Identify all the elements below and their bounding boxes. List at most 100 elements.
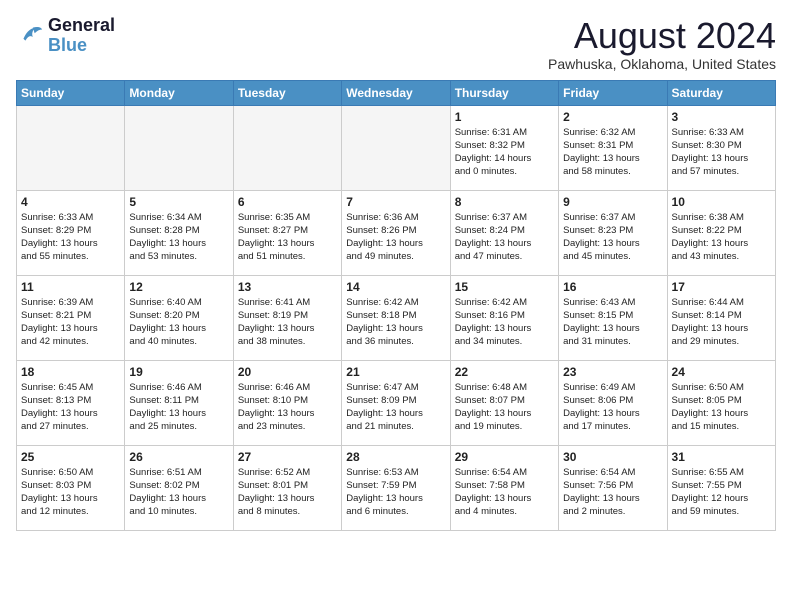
- day-number: 30: [563, 450, 662, 464]
- calendar-cell: 16 Sunrise: 6:43 AMSunset: 8:15 PMDayligh…: [559, 275, 667, 360]
- day-number: 27: [238, 450, 337, 464]
- calendar-cell: [125, 105, 233, 190]
- calendar-cell: 2 Sunrise: 6:32 AMSunset: 8:31 PMDaylight…: [559, 105, 667, 190]
- day-info: Sunrise: 6:52 AMSunset: 8:01 PMDaylight:…: [238, 466, 337, 519]
- weekday-header-row: SundayMondayTuesdayWednesdayThursdayFrid…: [17, 80, 776, 105]
- day-info: Sunrise: 6:46 AMSunset: 8:10 PMDaylight:…: [238, 381, 337, 434]
- calendar-cell: 30 Sunrise: 6:54 AMSunset: 7:56 PMDayligh…: [559, 445, 667, 530]
- calendar-cell: 15 Sunrise: 6:42 AMSunset: 8:16 PMDayligh…: [450, 275, 558, 360]
- day-info: Sunrise: 6:37 AMSunset: 8:24 PMDaylight:…: [455, 211, 554, 264]
- calendar-cell: 10 Sunrise: 6:38 AMSunset: 8:22 PMDayligh…: [667, 190, 775, 275]
- day-info: Sunrise: 6:43 AMSunset: 8:15 PMDaylight:…: [563, 296, 662, 349]
- day-number: 22: [455, 365, 554, 379]
- day-number: 8: [455, 195, 554, 209]
- day-info: Sunrise: 6:50 AMSunset: 8:03 PMDaylight:…: [21, 466, 120, 519]
- day-info: Sunrise: 6:33 AMSunset: 8:29 PMDaylight:…: [21, 211, 120, 264]
- calendar-subtitle: Pawhuska, Oklahoma, United States: [548, 56, 776, 72]
- day-number: 4: [21, 195, 120, 209]
- calendar-cell: 24 Sunrise: 6:50 AMSunset: 8:05 PMDayligh…: [667, 360, 775, 445]
- day-info: Sunrise: 6:41 AMSunset: 8:19 PMDaylight:…: [238, 296, 337, 349]
- day-number: 14: [346, 280, 445, 294]
- day-info: Sunrise: 6:54 AMSunset: 7:56 PMDaylight:…: [563, 466, 662, 519]
- day-number: 9: [563, 195, 662, 209]
- day-number: 3: [672, 110, 771, 124]
- day-number: 2: [563, 110, 662, 124]
- day-info: Sunrise: 6:53 AMSunset: 7:59 PMDaylight:…: [346, 466, 445, 519]
- day-info: Sunrise: 6:33 AMSunset: 8:30 PMDaylight:…: [672, 126, 771, 179]
- day-info: Sunrise: 6:45 AMSunset: 8:13 PMDaylight:…: [21, 381, 120, 434]
- weekday-header-friday: Friday: [559, 80, 667, 105]
- day-number: 19: [129, 365, 228, 379]
- calendar-cell: 25 Sunrise: 6:50 AMSunset: 8:03 PMDayligh…: [17, 445, 125, 530]
- day-info: Sunrise: 6:46 AMSunset: 8:11 PMDaylight:…: [129, 381, 228, 434]
- day-info: Sunrise: 6:54 AMSunset: 7:58 PMDaylight:…: [455, 466, 554, 519]
- day-number: 26: [129, 450, 228, 464]
- day-info: Sunrise: 6:39 AMSunset: 8:21 PMDaylight:…: [21, 296, 120, 349]
- calendar-cell: 11Sunrise: 6:39 AMSunset: 8:21 PMDayligh…: [17, 275, 125, 360]
- day-info: Sunrise: 6:32 AMSunset: 8:31 PMDaylight:…: [563, 126, 662, 179]
- calendar-cell: 20 Sunrise: 6:46 AMSunset: 8:10 PMDayligh…: [233, 360, 341, 445]
- calendar-cell: 17Sunrise: 6:44 AMSunset: 8:14 PMDayligh…: [667, 275, 775, 360]
- day-number: 1: [455, 110, 554, 124]
- calendar-cell: 28 Sunrise: 6:53 AMSunset: 7:59 PMDayligh…: [342, 445, 450, 530]
- day-number: 21: [346, 365, 445, 379]
- day-info: Sunrise: 6:40 AMSunset: 8:20 PMDaylight:…: [129, 296, 228, 349]
- weekday-header-saturday: Saturday: [667, 80, 775, 105]
- day-number: 23: [563, 365, 662, 379]
- calendar-cell: 9 Sunrise: 6:37 AMSunset: 8:23 PMDaylight…: [559, 190, 667, 275]
- calendar-cell: 6 Sunrise: 6:35 AMSunset: 8:27 PMDaylight…: [233, 190, 341, 275]
- day-number: 18: [21, 365, 120, 379]
- day-number: 13: [238, 280, 337, 294]
- logo-bird-icon: [16, 22, 44, 50]
- day-info: Sunrise: 6:47 AMSunset: 8:09 PMDaylight:…: [346, 381, 445, 434]
- calendar-cell: [17, 105, 125, 190]
- calendar-cell: 27 Sunrise: 6:52 AMSunset: 8:01 PMDayligh…: [233, 445, 341, 530]
- title-block: August 2024 Pawhuska, Oklahoma, United S…: [548, 16, 776, 72]
- calendar-cell: 3 Sunrise: 6:33 AMSunset: 8:30 PMDaylight…: [667, 105, 775, 190]
- day-number: 7: [346, 195, 445, 209]
- calendar-cell: [342, 105, 450, 190]
- day-info: Sunrise: 6:31 AMSunset: 8:32 PMDaylight:…: [455, 126, 554, 179]
- day-number: 6: [238, 195, 337, 209]
- day-info: Sunrise: 6:42 AMSunset: 8:16 PMDaylight:…: [455, 296, 554, 349]
- weekday-header-monday: Monday: [125, 80, 233, 105]
- calendar-table: SundayMondayTuesdayWednesdayThursdayFrid…: [16, 80, 776, 531]
- calendar-week-row: 11Sunrise: 6:39 AMSunset: 8:21 PMDayligh…: [17, 275, 776, 360]
- calendar-week-row: 25 Sunrise: 6:50 AMSunset: 8:03 PMDayligh…: [17, 445, 776, 530]
- day-info: Sunrise: 6:44 AMSunset: 8:14 PMDaylight:…: [672, 296, 771, 349]
- calendar-cell: 31Sunrise: 6:55 AMSunset: 7:55 PMDayligh…: [667, 445, 775, 530]
- day-info: Sunrise: 6:49 AMSunset: 8:06 PMDaylight:…: [563, 381, 662, 434]
- weekday-header-sunday: Sunday: [17, 80, 125, 105]
- day-info: Sunrise: 6:48 AMSunset: 8:07 PMDaylight:…: [455, 381, 554, 434]
- day-info: Sunrise: 6:37 AMSunset: 8:23 PMDaylight:…: [563, 211, 662, 264]
- calendar-cell: 5Sunrise: 6:34 AMSunset: 8:28 PMDaylight…: [125, 190, 233, 275]
- day-info: Sunrise: 6:38 AMSunset: 8:22 PMDaylight:…: [672, 211, 771, 264]
- day-number: 24: [672, 365, 771, 379]
- calendar-week-row: 18 Sunrise: 6:45 AMSunset: 8:13 PMDayligh…: [17, 360, 776, 445]
- calendar-cell: 19 Sunrise: 6:46 AMSunset: 8:11 PMDayligh…: [125, 360, 233, 445]
- logo: General Blue: [16, 16, 115, 56]
- calendar-week-row: 1 Sunrise: 6:31 AMSunset: 8:32 PMDaylight…: [17, 105, 776, 190]
- day-number: 15: [455, 280, 554, 294]
- day-info: Sunrise: 6:35 AMSunset: 8:27 PMDaylight:…: [238, 211, 337, 264]
- calendar-week-row: 4 Sunrise: 6:33 AMSunset: 8:29 PMDaylight…: [17, 190, 776, 275]
- calendar-cell: 13 Sunrise: 6:41 AMSunset: 8:19 PMDayligh…: [233, 275, 341, 360]
- day-number: 28: [346, 450, 445, 464]
- calendar-cell: 7 Sunrise: 6:36 AMSunset: 8:26 PMDaylight…: [342, 190, 450, 275]
- day-info: Sunrise: 6:50 AMSunset: 8:05 PMDaylight:…: [672, 381, 771, 434]
- calendar-cell: 23 Sunrise: 6:49 AMSunset: 8:06 PMDayligh…: [559, 360, 667, 445]
- day-number: 29: [455, 450, 554, 464]
- calendar-cell: 29 Sunrise: 6:54 AMSunset: 7:58 PMDayligh…: [450, 445, 558, 530]
- page-header: General Blue August 2024 Pawhuska, Oklah…: [16, 16, 776, 72]
- day-info: Sunrise: 6:34 AMSunset: 8:28 PMDaylight:…: [129, 211, 228, 264]
- day-number: 25: [21, 450, 120, 464]
- day-info: Sunrise: 6:42 AMSunset: 8:18 PMDaylight:…: [346, 296, 445, 349]
- calendar-cell: 1 Sunrise: 6:31 AMSunset: 8:32 PMDaylight…: [450, 105, 558, 190]
- day-number: 20: [238, 365, 337, 379]
- calendar-title: August 2024: [548, 16, 776, 56]
- day-number: 16: [563, 280, 662, 294]
- calendar-cell: 4 Sunrise: 6:33 AMSunset: 8:29 PMDaylight…: [17, 190, 125, 275]
- calendar-cell: 22 Sunrise: 6:48 AMSunset: 8:07 PMDayligh…: [450, 360, 558, 445]
- day-info: Sunrise: 6:36 AMSunset: 8:26 PMDaylight:…: [346, 211, 445, 264]
- day-number: 10: [672, 195, 771, 209]
